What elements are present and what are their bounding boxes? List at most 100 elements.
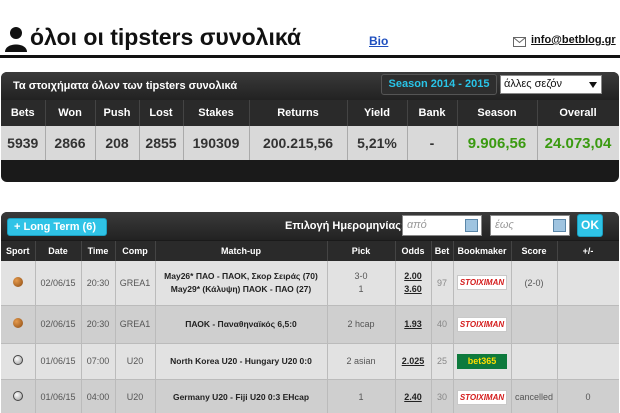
- score-cell: [511, 305, 558, 344]
- calendar-icon[interactable]: [465, 219, 478, 232]
- profit-cell: 0: [557, 379, 619, 413]
- time-cell: 20:30: [81, 305, 116, 344]
- bet-cell: 25: [431, 343, 454, 380]
- stats-title: Τα στοιχήματα όλων των tipsters συνολικά: [13, 80, 238, 92]
- stats-col-yield: Yield: [347, 100, 408, 126]
- stoiximan-logo[interactable]: STOIXIMAN: [457, 316, 507, 332]
- season-label: Season 2014 - 2015: [381, 74, 497, 95]
- stats-col-lost: Lost: [139, 100, 184, 126]
- score-cell: [511, 343, 558, 380]
- stats-bank-value: -: [407, 126, 458, 160]
- comp-cell: U20: [115, 379, 156, 413]
- bookmaker-cell[interactable]: bet365: [453, 343, 512, 380]
- season-select[interactable]: άλλες σεζόν: [500, 75, 602, 94]
- bookmaker-cell[interactable]: STOIXIMAN: [453, 379, 512, 413]
- bets-col-time: Time: [81, 241, 116, 261]
- stats-col-season: Season: [457, 100, 538, 126]
- table-row[interactable]: 01/06/15 07:00 U20 North Korea U20 - Hun…: [1, 343, 619, 380]
- long-term-button[interactable]: + Long Term (6): [7, 218, 107, 236]
- stats-col-overall: Overall: [537, 100, 619, 126]
- bookmaker-cell[interactable]: STOIXIMAN: [453, 261, 512, 306]
- bio-link[interactable]: Bio: [369, 34, 388, 48]
- stats-col-bank: Bank: [407, 100, 458, 126]
- bet-cell: 40: [431, 305, 454, 344]
- bets-table: Sport Date Time Comp Match-up Pick Odds …: [1, 241, 619, 413]
- score-cell: (2-0): [511, 261, 558, 306]
- bookmaker-cell[interactable]: STOIXIMAN: [453, 305, 512, 344]
- stats-bets-value: 5939: [1, 126, 46, 160]
- bets-col-odds: Odds: [395, 241, 432, 261]
- comp-cell: GREA1: [115, 305, 156, 344]
- odds-cell[interactable]: 2.00 3.60: [395, 261, 432, 306]
- sport-cell: [1, 261, 36, 306]
- profit-cell: [557, 305, 619, 344]
- odds-link[interactable]: 2.40: [395, 379, 432, 413]
- table-row[interactable]: 02/06/15 20:30 GREA1 ΠΑΟΚ - Παναθηναϊκός…: [1, 305, 619, 344]
- bets-col-matchup: Match-up: [155, 241, 328, 261]
- date-to-input[interactable]: έως: [490, 215, 570, 236]
- page-header: όλοι οι tipsters συνολικά Bio info@betbl…: [0, 0, 620, 62]
- date-cell: 01/06/15: [35, 343, 82, 380]
- matchup-cell: North Korea U20 - Hungary U20 0:0: [155, 343, 328, 380]
- odds-link[interactable]: 2.025: [395, 343, 432, 380]
- table-row[interactable]: 02/06/15 20:30 GREA1 May26* ΠΑΟ - ΠΑΟΚ, …: [1, 261, 619, 306]
- stats-col-returns: Returns: [249, 100, 348, 126]
- bet-cell: 97: [431, 261, 454, 306]
- matchup-cell: Germany U20 - Fiji U20 0:3 EHcap: [155, 379, 328, 413]
- stats-value-row: 5939 2866 208 2855 190309 200.215,56 5,2…: [1, 126, 619, 160]
- odds-link[interactable]: 1.93: [395, 305, 432, 344]
- matchup-cell: May26* ΠΑΟ - ΠΑΟΚ, Σκορ Σειράς (70) May2…: [155, 261, 328, 306]
- comp-cell: GREA1: [115, 261, 156, 306]
- bets-col-pick: Pick: [327, 241, 396, 261]
- table-row[interactable]: 01/06/15 04:00 U20 Germany U20 - Fiji U2…: [1, 379, 619, 413]
- envelope-icon: [513, 37, 526, 47]
- date-to-placeholder: έως: [495, 219, 514, 231]
- matchup-line: May29* (Κάλυψη) ΠΑΟΚ - ΠΑΟ (27): [170, 283, 312, 294]
- date-cell: 02/06/15: [35, 261, 82, 306]
- profit-cell: [557, 261, 619, 306]
- soccer-ball-icon: [12, 355, 23, 365]
- stats-stakes-value: 190309: [183, 126, 250, 160]
- odds-link[interactable]: 2.00: [396, 270, 431, 283]
- bets-header-row: Sport Date Time Comp Match-up Pick Odds …: [1, 241, 619, 261]
- bets-col-score: Score: [511, 241, 558, 261]
- stats-col-stakes: Stakes: [183, 100, 250, 126]
- pick-cell: 2 hcap: [327, 305, 396, 344]
- stats-season-value: 9.906,56: [457, 126, 538, 160]
- bets-col-bet: Bet: [431, 241, 454, 261]
- date-from-placeholder: από: [407, 219, 427, 231]
- page-title: όλοι οι tipsters συνολικά: [30, 24, 302, 50]
- bet365-logo[interactable]: bet365: [457, 353, 507, 369]
- sport-cell: [1, 343, 36, 380]
- stats-table: Bets Won Push Lost Stakes Returns Yield …: [1, 100, 619, 160]
- sport-cell: [1, 379, 36, 413]
- stats-col-won: Won: [45, 100, 96, 126]
- bets-col-comp: Comp: [115, 241, 156, 261]
- date-from-input[interactable]: από: [402, 215, 482, 236]
- pick-line: 1: [358, 283, 364, 294]
- stoiximan-logo[interactable]: STOIXIMAN: [457, 275, 507, 291]
- stats-header-row: Bets Won Push Lost Stakes Returns Yield …: [1, 100, 619, 126]
- date-cell: 01/06/15: [35, 379, 82, 413]
- sport-cell: [1, 305, 36, 344]
- calendar-icon[interactable]: [553, 219, 566, 232]
- pick-cell: 2 asian: [327, 343, 396, 380]
- odds-link[interactable]: 3.60: [396, 283, 431, 296]
- chevron-down-icon: [589, 82, 597, 88]
- soccer-ball-icon: [12, 391, 23, 401]
- basketball-icon: [12, 318, 23, 328]
- bets-col-profit: +/-: [557, 241, 619, 261]
- stats-lost-value: 2855: [139, 126, 184, 160]
- bets-panel: + Long Term (6) Επιλογή Ημερομηνίας: από…: [1, 212, 619, 413]
- ok-button[interactable]: OK: [577, 214, 603, 237]
- stats-col-bets: Bets: [1, 100, 46, 126]
- bets-col-bookmaker: Bookmaker: [453, 241, 512, 261]
- bets-topbar: + Long Term (6) Επιλογή Ημερομηνίας: από…: [1, 212, 619, 240]
- season-select-value: άλλες σεζόν: [504, 78, 563, 90]
- email-link[interactable]: info@betblog.gr: [531, 34, 616, 46]
- user-silhouette-icon: [5, 27, 27, 52]
- stoiximan-logo[interactable]: STOIXIMAN: [457, 389, 507, 405]
- stats-returns-value: 200.215,56: [249, 126, 348, 160]
- matchup-cell: ΠΑΟΚ - Παναθηναϊκός 6,5:0: [155, 305, 328, 344]
- bet-cell: 30: [431, 379, 454, 413]
